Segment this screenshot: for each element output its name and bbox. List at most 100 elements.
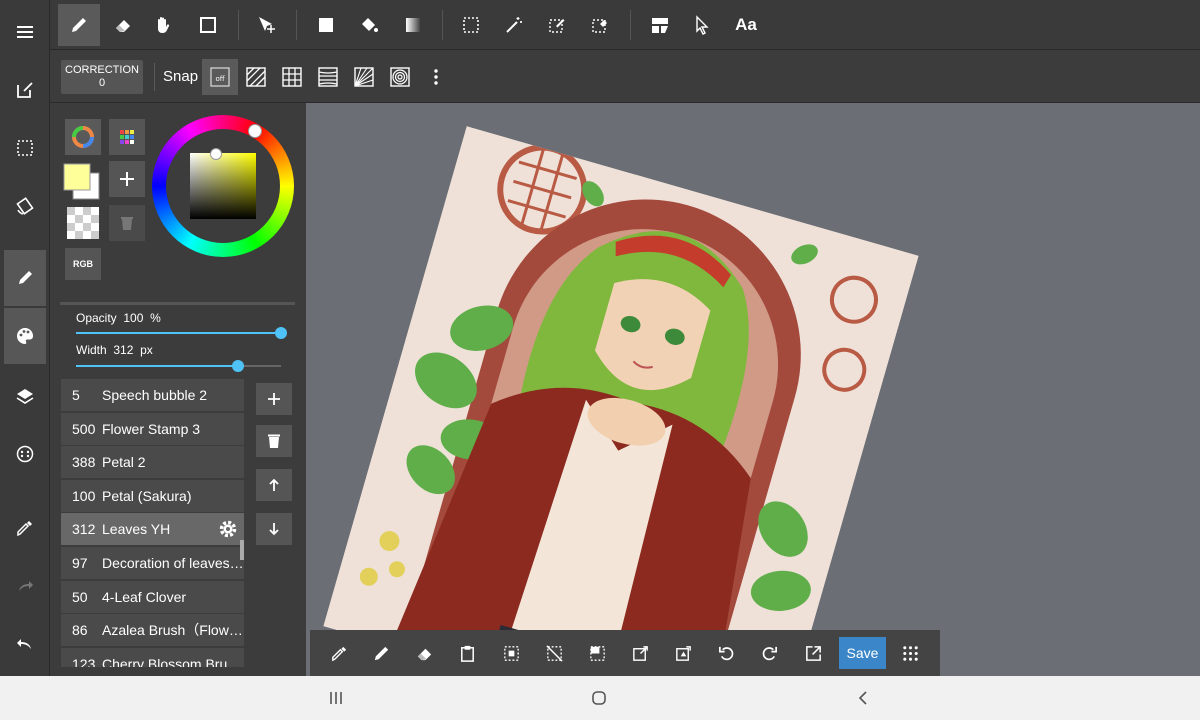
sv-picker-handle[interactable] xyxy=(210,148,222,160)
correction-button[interactable]: CORRECTION 0 xyxy=(61,60,143,94)
pen-icon xyxy=(72,18,86,32)
hue-picker-handle[interactable] xyxy=(248,124,262,138)
select-all-button[interactable] xyxy=(492,634,530,672)
brush-settings-gear-icon[interactable] xyxy=(218,519,238,539)
transform-button[interactable] xyxy=(621,634,659,672)
home-button[interactable] xyxy=(587,686,611,710)
add-color-button[interactable] xyxy=(109,161,145,197)
fill-rect-tool-button[interactable] xyxy=(305,4,347,46)
edit-canvas-icon xyxy=(17,82,33,98)
concentric-circles-icon xyxy=(390,67,410,87)
color-wheel[interactable] xyxy=(152,115,294,257)
color-panel-button[interactable] xyxy=(4,308,46,364)
artwork-canvas[interactable] xyxy=(323,126,919,676)
brush-size: 100 xyxy=(72,487,96,504)
width-label-text: Width xyxy=(76,343,107,357)
brush-list[interactable]: 5 Speech bubble 2 500 Flower Stamp 3 388 Peta… xyxy=(61,379,244,667)
transform-selection-button[interactable] xyxy=(664,634,702,672)
brush-list-item[interactable]: 123 Cherry Blossom Brus… xyxy=(61,647,244,667)
brush-list-item[interactable]: 500 Flower Stamp 3 xyxy=(61,412,244,445)
rgb-label: RGB xyxy=(73,259,93,269)
select-tool-button[interactable] xyxy=(450,4,492,46)
delete-color-button[interactable] xyxy=(109,205,145,241)
deselect-button[interactable] xyxy=(535,634,573,672)
rotate-left-button[interactable] xyxy=(707,634,745,672)
plus-icon xyxy=(268,393,280,405)
palette-mode-button[interactable] xyxy=(109,119,145,155)
eyedropper-button[interactable] xyxy=(4,500,46,556)
magic-wand-tool-button[interactable] xyxy=(493,4,535,46)
brush-list-item[interactable]: 50 4-Leaf Clover xyxy=(61,580,244,613)
canvas-area[interactable] xyxy=(306,103,1200,676)
rotate-right-button[interactable] xyxy=(750,634,788,672)
brush-list-item[interactable]: 86 Azalea Brush（Flower) xyxy=(61,614,244,647)
pen-tool-button[interactable] xyxy=(58,4,100,46)
move-brush-up-button[interactable] xyxy=(256,469,292,501)
selection-button[interactable] xyxy=(4,120,46,176)
text-tool-button[interactable]: Aa xyxy=(725,4,767,46)
select-pen-tool-button[interactable] xyxy=(536,4,578,46)
move-brush-down-button[interactable] xyxy=(256,513,292,545)
select-eraser-icon xyxy=(592,19,607,33)
menu-button[interactable] xyxy=(4,4,46,60)
eraser-tool-button[interactable] xyxy=(102,4,144,46)
hand-tool-button[interactable] xyxy=(142,4,184,46)
materials-button[interactable] xyxy=(4,426,46,482)
edit-canvas-button[interactable] xyxy=(4,62,46,118)
rgb-button[interactable]: RGB xyxy=(65,248,101,280)
brush-list-item[interactable]: 388 Petal 2 xyxy=(61,446,244,479)
eraser-quick-button[interactable] xyxy=(405,634,443,672)
shape-tool-button[interactable] xyxy=(187,4,229,46)
export-button[interactable] xyxy=(794,634,832,672)
hand-icon xyxy=(158,17,170,34)
gradient-tool-button[interactable] xyxy=(392,4,434,46)
system-nav-bar xyxy=(0,676,1200,720)
radial-lines-icon xyxy=(354,67,374,87)
redo-icon xyxy=(19,581,33,591)
color-wheel-mode-button[interactable] xyxy=(65,119,101,155)
opacity-slider[interactable] xyxy=(76,327,287,339)
brush-panel-button[interactable] xyxy=(4,250,46,306)
color-swatch-current[interactable] xyxy=(61,161,101,201)
opacity-slider-thumb[interactable] xyxy=(275,327,287,339)
bucket-tool-button[interactable] xyxy=(348,4,390,46)
correction-label: CORRECTION xyxy=(65,64,139,76)
brush-list-item[interactable]: 312 Leaves YH xyxy=(61,513,244,546)
select-eraser-tool-button[interactable] xyxy=(579,4,621,46)
saturation-value-square[interactable] xyxy=(190,153,256,219)
brush-list-scrollbar[interactable] xyxy=(240,540,244,560)
paste-button[interactable] xyxy=(448,634,486,672)
undo-button[interactable] xyxy=(4,616,46,672)
delete-brush-button[interactable] xyxy=(256,425,292,457)
brush-list-item[interactable]: 97 Decoration of leaves… xyxy=(61,547,244,579)
apps-grid-icon xyxy=(902,645,918,661)
more-tools-button[interactable] xyxy=(891,634,929,672)
transparent-swatch[interactable] xyxy=(65,205,101,241)
add-brush-button[interactable] xyxy=(256,383,292,415)
move-tool-button[interactable] xyxy=(246,4,288,46)
redo-button[interactable] xyxy=(4,558,46,614)
brush-size: 123 xyxy=(72,655,96,667)
snap-circle-button[interactable] xyxy=(382,59,418,95)
snap-off-button[interactable]: off xyxy=(202,59,238,95)
snap-radial-button[interactable] xyxy=(346,59,382,95)
layers-button[interactable] xyxy=(4,368,46,424)
recent-apps-button[interactable] xyxy=(324,686,348,710)
brush-list-item[interactable]: 100 Petal (Sakura) xyxy=(61,479,244,512)
rotate-canvas-button[interactable] xyxy=(4,178,46,234)
divide-panel-tool-button[interactable] xyxy=(639,4,681,46)
back-button[interactable] xyxy=(851,686,875,710)
eyedropper-quick-button[interactable] xyxy=(320,634,358,672)
brush-list-item[interactable]: 5 Speech bubble 2 xyxy=(61,379,244,411)
pen-quick-button[interactable] xyxy=(362,634,400,672)
snap-concentric-lines-button[interactable] xyxy=(310,59,346,95)
width-slider-thumb[interactable] xyxy=(231,360,244,372)
save-button[interactable]: Save xyxy=(839,637,886,669)
operation-tool-button[interactable] xyxy=(681,4,723,46)
snap-more-button[interactable] xyxy=(418,59,454,95)
width-slider[interactable] xyxy=(76,360,281,372)
snap-grid-button[interactable] xyxy=(274,59,310,95)
invert-selection-button[interactable] xyxy=(578,634,616,672)
undo-icon xyxy=(17,639,31,649)
snap-parallel-button[interactable] xyxy=(238,59,274,95)
